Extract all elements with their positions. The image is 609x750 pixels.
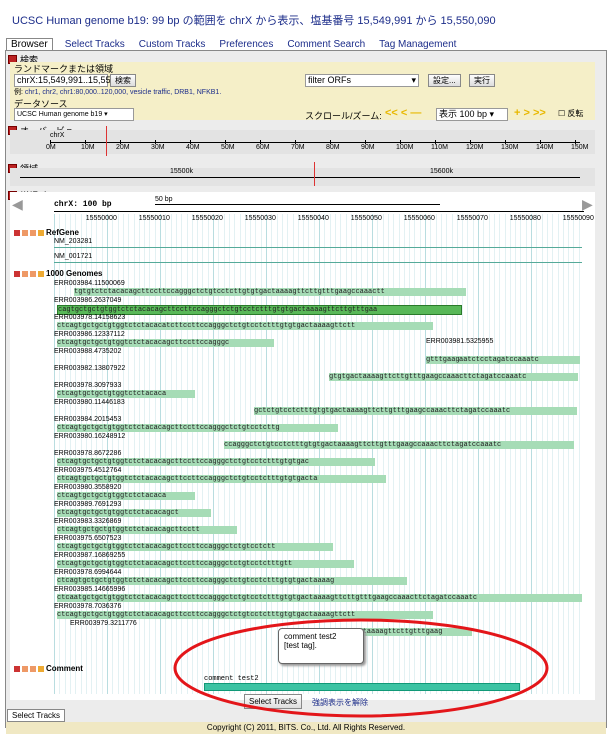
bottom-select-tracks-tab[interactable]: Select Tracks (7, 709, 66, 722)
footer: Copyright (C) 2011, BITS. Co., Ltd. All … (6, 722, 606, 734)
highlight-ellipse-shape (173, 618, 549, 718)
highlight-ellipse (173, 618, 549, 718)
